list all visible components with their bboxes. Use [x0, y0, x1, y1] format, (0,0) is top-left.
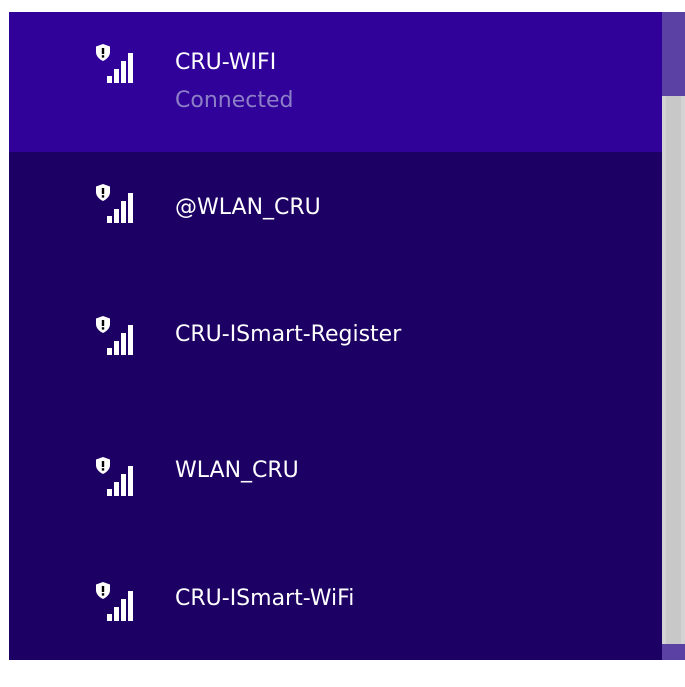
secured-wifi-signal-icon: [93, 42, 141, 86]
wifi-network-panel: CRU-WIFI Connected @WLAN_CRU CRU-ISmart-…: [9, 12, 685, 660]
secured-wifi-signal-icon: [93, 314, 141, 358]
network-name: CRU-WIFI: [175, 50, 277, 75]
scrollbar-thumb[interactable]: [666, 96, 681, 644]
network-list: CRU-WIFI Connected @WLAN_CRU CRU-ISmart-…: [9, 12, 662, 660]
scrollbar-top-segment[interactable]: [662, 12, 685, 96]
secured-wifi-signal-icon: [93, 455, 141, 499]
network-item-wlan-cru-at[interactable]: @WLAN_CRU: [9, 152, 662, 280]
network-item-cru-ismart-wifi[interactable]: CRU-ISmart-WiFi: [9, 540, 662, 660]
network-status: Connected: [175, 88, 294, 113]
network-name: CRU-ISmart-WiFi: [175, 586, 355, 611]
network-item-cru-ismart-register[interactable]: CRU-ISmart-Register: [9, 280, 662, 410]
network-name: CRU-ISmart-Register: [175, 322, 402, 347]
secured-wifi-signal-icon: [93, 182, 141, 226]
network-name: @WLAN_CRU: [175, 195, 321, 220]
network-item-cru-wifi[interactable]: CRU-WIFI Connected: [9, 12, 662, 152]
scrollbar[interactable]: [662, 12, 685, 660]
network-name: WLAN_CRU: [175, 458, 299, 483]
network-item-wlan-cru[interactable]: WLAN_CRU: [9, 410, 662, 540]
scrollbar-bottom-segment[interactable]: [662, 644, 685, 660]
secured-wifi-signal-icon: [93, 580, 141, 624]
